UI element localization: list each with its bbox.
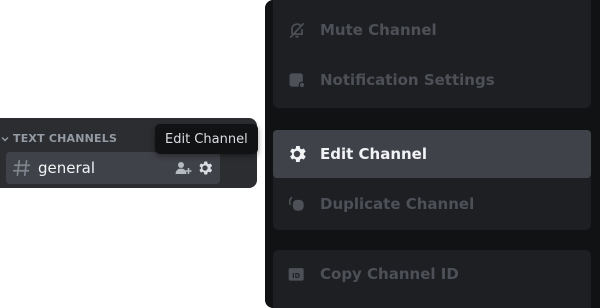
category-header[interactable]: TEXT CHANNELS [0,132,117,145]
category-label: TEXT CHANNELS [13,132,118,145]
bell-slash-icon [286,19,308,41]
menu-item-label: Duplicate Channel [320,195,475,213]
add-member-icon[interactable] [174,159,192,177]
channel-context-menu: Mute Channel Notification Settings Edit … [265,0,600,308]
gear-icon [286,143,308,165]
hashtag-icon [10,156,34,180]
channel-name: general [38,159,96,177]
menu-item-notification-settings[interactable]: Notification Settings [273,56,591,104]
menu-group-notifications: Mute Channel Notification Settings [273,0,591,108]
menu-item-mute-channel[interactable]: Mute Channel [273,6,591,54]
chevron-down-icon [0,134,10,144]
gear-icon[interactable] [196,159,214,177]
notification-icon [286,69,308,91]
menu-item-duplicate-channel[interactable]: Duplicate Channel [273,180,591,228]
menu-group-developer: ID Copy Channel ID [273,250,591,308]
menu-group-channel: Edit Channel Duplicate Channel [273,130,591,230]
channel-item-general[interactable]: general [6,152,220,184]
svg-text:ID: ID [292,272,300,280]
menu-item-copy-channel-id[interactable]: ID Copy Channel ID [273,250,591,298]
id-icon: ID [286,263,308,285]
channel-row-actions [174,159,214,177]
menu-item-edit-channel[interactable]: Edit Channel [273,130,591,178]
edit-channel-tooltip: Edit Channel [155,124,258,154]
menu-item-label: Notification Settings [320,71,495,89]
menu-item-label: Edit Channel [320,145,427,163]
duplicate-icon [286,193,308,215]
stage: TEXT CHANNELS general Edit Channel Mute … [0,0,600,308]
menu-item-label: Copy Channel ID [320,265,459,283]
menu-item-label: Mute Channel [320,21,437,39]
